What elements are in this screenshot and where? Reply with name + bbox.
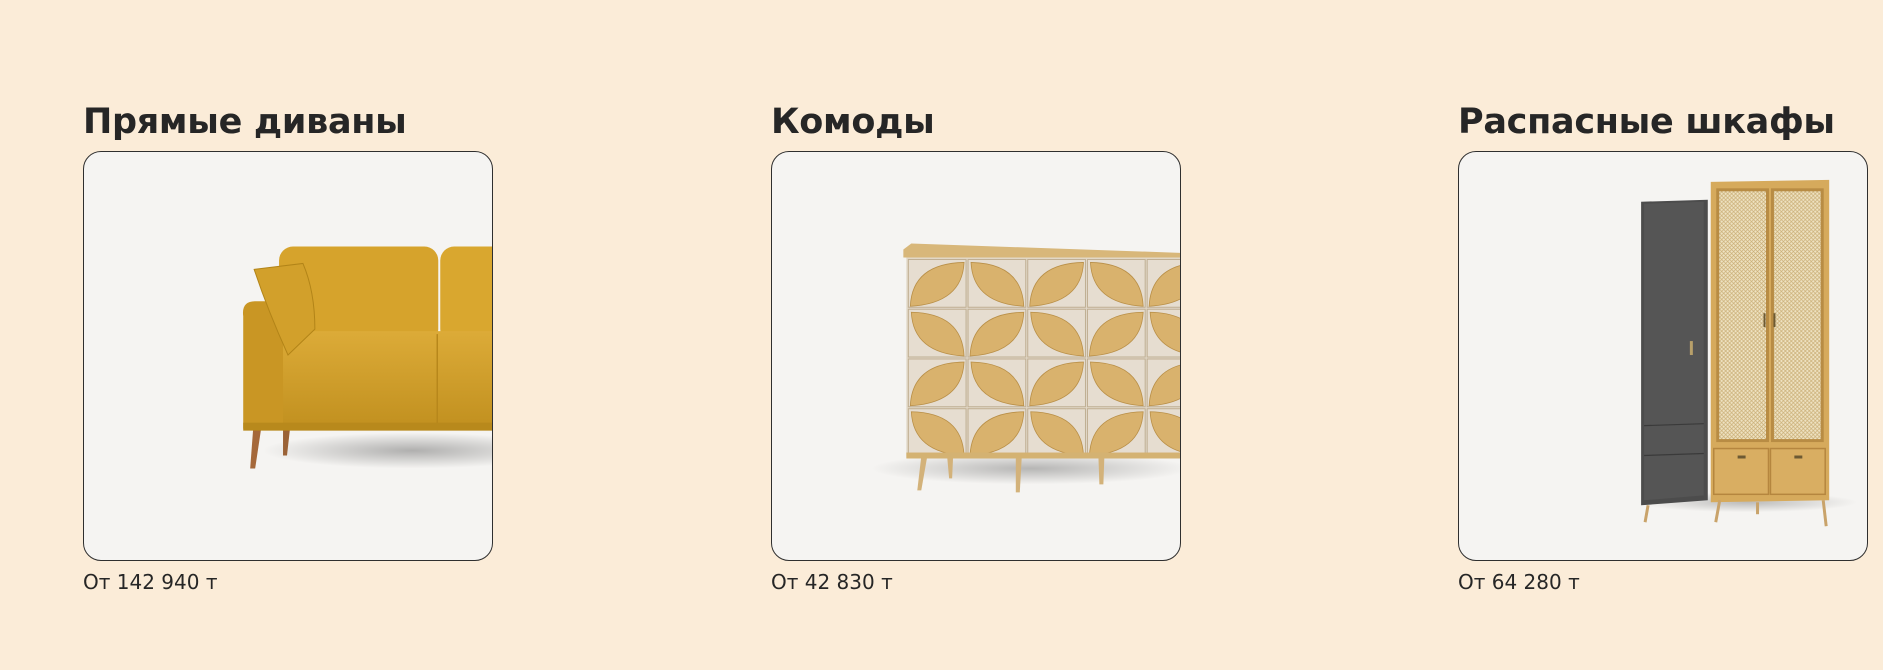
page: { "products": [ { "title": "Прямые диван… [0, 0, 1883, 670]
category-card-dressers[interactable]: Комоды От 42 830 т [771, 96, 1183, 597]
wardrobe-photo[interactable] [1458, 151, 1868, 561]
category-title[interactable]: Распасные шкафы [1458, 96, 1870, 148]
category-card-wardrobes[interactable]: Распасные шкафы От 64 280 т [1458, 96, 1870, 597]
sofa-photo[interactable] [83, 151, 493, 561]
category-price: От 64 280 т [1458, 570, 1580, 594]
category-price: От 142 940 т [83, 570, 218, 594]
dresser-photo[interactable] [771, 151, 1181, 561]
category-price: От 42 830 т [771, 570, 893, 594]
category-card-sofas[interactable]: Прямые диваны От 142 940 т [83, 96, 495, 597]
category-title[interactable]: Комоды [771, 96, 1183, 148]
category-title[interactable]: Прямые диваны [83, 96, 495, 148]
